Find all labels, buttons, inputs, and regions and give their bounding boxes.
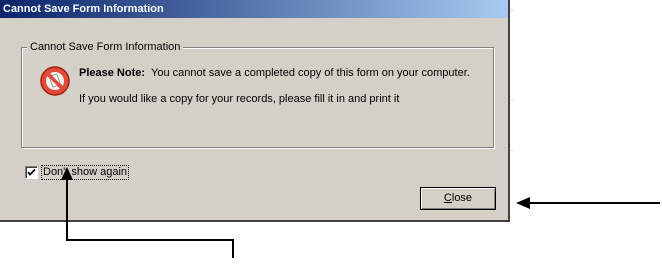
arrow-head-left [516,197,530,209]
arrow-head-up [61,167,73,180]
arrow-to-checkbox [66,176,234,258]
annotation-arrows [61,167,660,258]
